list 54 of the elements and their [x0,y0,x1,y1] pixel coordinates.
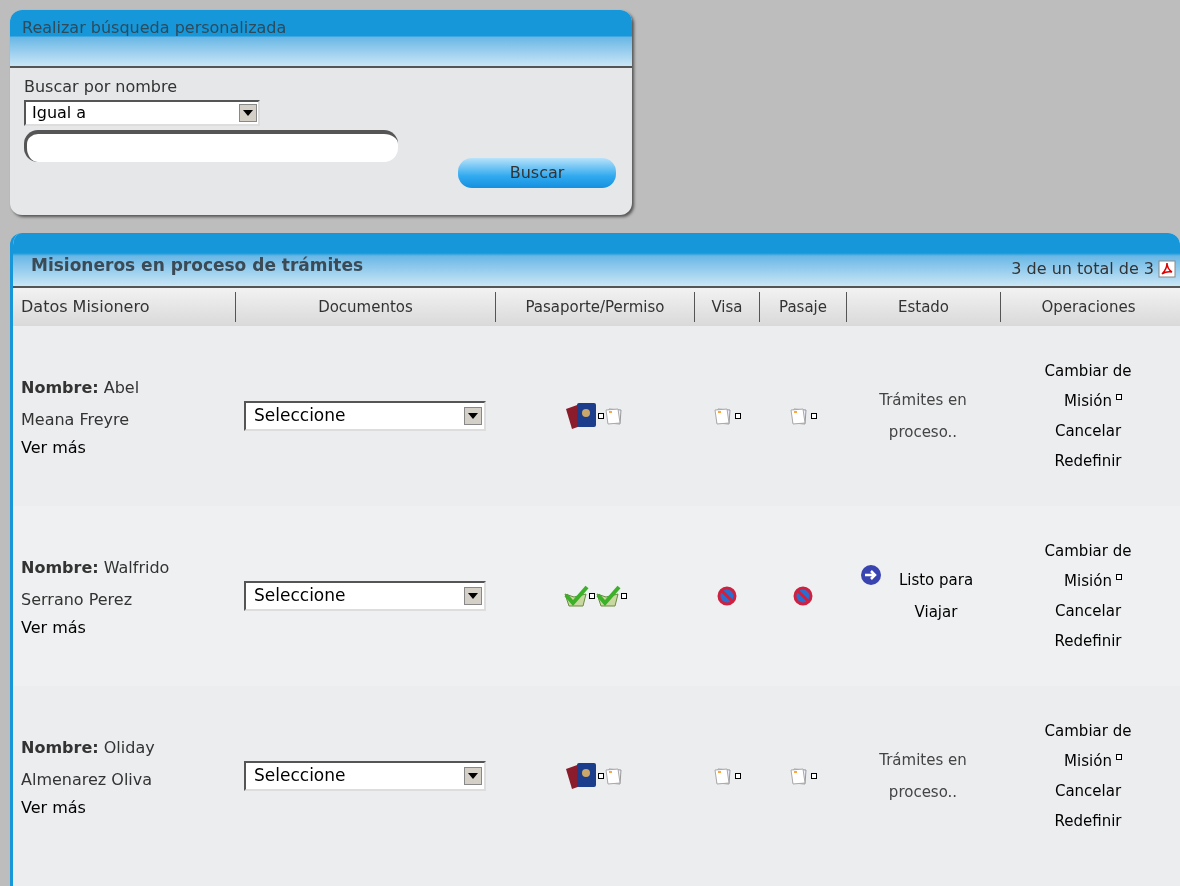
broken-image-icon [734,413,741,419]
documents-select[interactable]: Seleccione [244,401,486,431]
broken-image-icon [620,593,627,599]
pdf-icon[interactable] [1158,260,1176,278]
column-header: Operaciones [1041,296,1136,318]
status-text: Trámites en proceso.. [878,390,968,443]
column-header: Pasaje [779,296,827,318]
status-text: Trámites en proceso.. [878,750,968,803]
status-text: Listo para Viajar [897,570,975,623]
broken-image-icon [1116,574,1122,580]
operation-link[interactable]: Redefinir [1054,446,1122,476]
match-select[interactable]: Igual a [24,100,260,126]
missionary-name: Nombre: Abel Meana Freyre [21,377,141,431]
documents-select[interactable]: Seleccione [244,761,486,791]
passport-icon [563,761,598,791]
operation-link[interactable]: Redefinir [1054,806,1122,836]
arrow-right-icon [860,564,882,586]
broken-image-icon [597,773,604,779]
operation-link[interactable]: Cancelar [1054,776,1122,806]
prohibited-icon [716,586,737,606]
more-link[interactable]: Ver más [21,796,86,820]
passport-icon [563,401,598,431]
operation-link[interactable]: Cambiar de Misión [1035,536,1141,596]
check-icon [562,584,589,608]
operation-link[interactable]: Cancelar [1054,596,1122,626]
panel-title: Misioneros en proceso de trámites [31,254,364,277]
more-link[interactable]: Ver más [21,436,86,460]
field-label: Buscar por nombre [24,76,179,98]
broken-image-icon [1116,394,1122,400]
broken-image-icon [1116,754,1122,760]
operation-link[interactable]: Cancelar [1054,416,1122,446]
broken-image-icon [734,773,741,779]
broken-image-icon [810,773,817,779]
operation-link[interactable]: Redefinir [1054,626,1122,656]
column-header: Pasaporte/Permiso [525,296,665,318]
operation-link[interactable]: Cambiar de Misión [1035,716,1141,776]
column-header: Documentos [318,296,413,318]
name-field[interactable] [24,130,398,162]
more-link[interactable]: Ver más [21,616,86,640]
panel-title: Realizar búsqueda personalizada [22,18,287,37]
broken-image-icon [597,413,604,419]
column-header: Visa [711,296,743,318]
missionary-name: Nombre: Oliday Almenarez Oliva [21,737,156,791]
result-count: 3 de un total de 3 [1011,258,1154,280]
broken-image-icon [810,413,817,419]
documents-select[interactable]: Seleccione [244,581,486,611]
column-header: Estado [897,296,950,318]
column-header: Datos Misionero [21,296,150,318]
broken-image-icon [588,593,595,599]
operation-link[interactable]: Cambiar de Misión [1035,356,1141,416]
check-icon [594,584,621,608]
prohibited-icon [792,586,813,606]
missionary-name: Nombre: Walfrido Serrano Perez [21,557,171,611]
search-button[interactable]: Buscar [458,158,616,188]
